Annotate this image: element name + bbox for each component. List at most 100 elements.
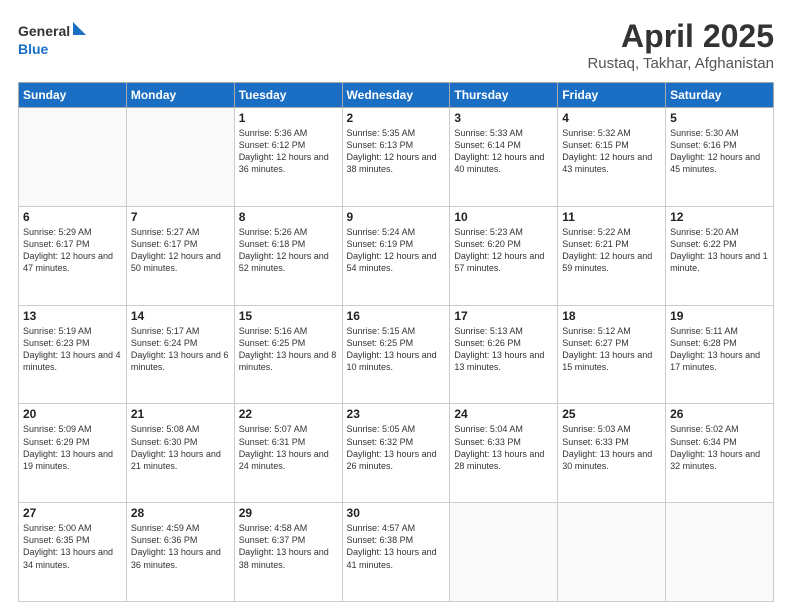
day-number: 2 xyxy=(347,111,446,125)
day-info: Sunrise: 5:30 AM Sunset: 6:16 PM Dayligh… xyxy=(670,127,769,176)
calendar-cell: 4 Sunrise: 5:32 AM Sunset: 6:15 PM Daylig… xyxy=(558,108,666,207)
day-info: Sunrise: 5:35 AM Sunset: 6:13 PM Dayligh… xyxy=(347,127,446,176)
calendar-week-1: 1 Sunrise: 5:36 AM Sunset: 6:12 PM Daylig… xyxy=(19,108,774,207)
day-info: Sunrise: 5:20 AM Sunset: 6:22 PM Dayligh… xyxy=(670,226,769,275)
calendar-table: SundayMondayTuesdayWednesdayThursdayFrid… xyxy=(18,82,774,602)
day-number: 10 xyxy=(454,210,553,224)
day-info: Sunrise: 5:23 AM Sunset: 6:20 PM Dayligh… xyxy=(454,226,553,275)
calendar-week-2: 6 Sunrise: 5:29 AM Sunset: 6:17 PM Daylig… xyxy=(19,206,774,305)
calendar-cell: 17 Sunrise: 5:13 AM Sunset: 6:26 PM Dayli… xyxy=(450,305,558,404)
day-number: 25 xyxy=(562,407,661,421)
day-number: 7 xyxy=(131,210,230,224)
day-info: Sunrise: 5:33 AM Sunset: 6:14 PM Dayligh… xyxy=(454,127,553,176)
calendar-cell: 18Sunrise: 5:12 AM Sunset: 6:27 PM Dayli… xyxy=(558,305,666,404)
calendar-cell: 23Sunrise: 5:05 AM Sunset: 6:32 PM Dayli… xyxy=(342,404,450,503)
day-info: Sunrise: 5:08 AM Sunset: 6:30 PM Dayligh… xyxy=(131,423,230,472)
day-info: Sunrise: 4:57 AM Sunset: 6:38 PM Dayligh… xyxy=(347,522,446,571)
calendar-cell: 8 Sunrise: 5:26 AM Sunset: 6:18 PM Daylig… xyxy=(234,206,342,305)
calendar-cell xyxy=(558,503,666,602)
calendar-cell: 6 Sunrise: 5:29 AM Sunset: 6:17 PM Daylig… xyxy=(19,206,127,305)
day-number: 1 xyxy=(239,111,338,125)
weekday-header-wednesday: Wednesday xyxy=(342,83,450,108)
logo: General Blue xyxy=(18,18,88,58)
calendar-cell: 20Sunrise: 5:09 AM Sunset: 6:29 PM Dayli… xyxy=(19,404,127,503)
calendar-cell: 9 Sunrise: 5:24 AM Sunset: 6:19 PM Daylig… xyxy=(342,206,450,305)
header: General Blue April 2025 Rustaq, Takhar, … xyxy=(18,18,774,72)
day-info: Sunrise: 5:36 AM Sunset: 6:12 PM Dayligh… xyxy=(239,127,338,176)
day-info: Sunrise: 5:19 AM Sunset: 6:23 PM Dayligh… xyxy=(23,325,122,374)
svg-text:General: General xyxy=(18,23,70,39)
day-number: 28 xyxy=(131,506,230,520)
day-number: 3 xyxy=(454,111,553,125)
day-info: Sunrise: 5:04 AM Sunset: 6:33 PM Dayligh… xyxy=(454,423,553,472)
day-info: Sunrise: 5:07 AM Sunset: 6:31 PM Dayligh… xyxy=(239,423,338,472)
day-info: Sunrise: 5:02 AM Sunset: 6:34 PM Dayligh… xyxy=(670,423,769,472)
day-number: 14 xyxy=(131,309,230,323)
day-number: 16 xyxy=(347,309,446,323)
day-info: Sunrise: 5:13 AM Sunset: 6:26 PM Dayligh… xyxy=(454,325,553,374)
calendar-cell: 28 Sunrise: 4:59 AM Sunset: 6:36 PM Dayli… xyxy=(126,503,234,602)
calendar-cell xyxy=(666,503,774,602)
calendar-cell xyxy=(450,503,558,602)
day-number: 15 xyxy=(239,309,338,323)
day-number: 20 xyxy=(23,407,122,421)
calendar-cell: 3 Sunrise: 5:33 AM Sunset: 6:14 PM Daylig… xyxy=(450,108,558,207)
day-info: Sunrise: 5:17 AM Sunset: 6:24 PM Dayligh… xyxy=(131,325,230,374)
day-number: 8 xyxy=(239,210,338,224)
calendar-week-4: 20Sunrise: 5:09 AM Sunset: 6:29 PM Dayli… xyxy=(19,404,774,503)
page: General Blue April 2025 Rustaq, Takhar, … xyxy=(0,0,792,612)
location-title: Rustaq, Takhar, Afghanistan xyxy=(587,55,774,72)
day-info: Sunrise: 5:26 AM Sunset: 6:18 PM Dayligh… xyxy=(239,226,338,275)
day-number: 18 xyxy=(562,309,661,323)
day-number: 9 xyxy=(347,210,446,224)
day-info: Sunrise: 5:24 AM Sunset: 6:19 PM Dayligh… xyxy=(347,226,446,275)
calendar-cell xyxy=(19,108,127,207)
calendar-cell: 13 Sunrise: 5:19 AM Sunset: 6:23 PM Dayli… xyxy=(19,305,127,404)
calendar-cell: 2 Sunrise: 5:35 AM Sunset: 6:13 PM Daylig… xyxy=(342,108,450,207)
weekday-header-friday: Friday xyxy=(558,83,666,108)
day-info: Sunrise: 5:15 AM Sunset: 6:25 PM Dayligh… xyxy=(347,325,446,374)
day-info: Sunrise: 5:11 AM Sunset: 6:28 PM Dayligh… xyxy=(670,325,769,374)
calendar-cell: 29Sunrise: 4:58 AM Sunset: 6:37 PM Dayli… xyxy=(234,503,342,602)
day-info: Sunrise: 5:05 AM Sunset: 6:32 PM Dayligh… xyxy=(347,423,446,472)
day-number: 24 xyxy=(454,407,553,421)
calendar-cell: 30 Sunrise: 4:57 AM Sunset: 6:38 PM Dayli… xyxy=(342,503,450,602)
day-info: Sunrise: 5:22 AM Sunset: 6:21 PM Dayligh… xyxy=(562,226,661,275)
day-number: 12 xyxy=(670,210,769,224)
calendar-cell: 27Sunrise: 5:00 AM Sunset: 6:35 PM Dayli… xyxy=(19,503,127,602)
calendar-cell: 22 Sunrise: 5:07 AM Sunset: 6:31 PM Dayli… xyxy=(234,404,342,503)
day-number: 22 xyxy=(239,407,338,421)
weekday-header-sunday: Sunday xyxy=(19,83,127,108)
day-number: 17 xyxy=(454,309,553,323)
day-info: Sunrise: 5:03 AM Sunset: 6:33 PM Dayligh… xyxy=(562,423,661,472)
day-number: 13 xyxy=(23,309,122,323)
calendar-cell: 26Sunrise: 5:02 AM Sunset: 6:34 PM Dayli… xyxy=(666,404,774,503)
day-info: Sunrise: 5:16 AM Sunset: 6:25 PM Dayligh… xyxy=(239,325,338,374)
logo-icon: General Blue xyxy=(18,18,88,58)
day-number: 6 xyxy=(23,210,122,224)
calendar-week-3: 13 Sunrise: 5:19 AM Sunset: 6:23 PM Dayli… xyxy=(19,305,774,404)
day-info: Sunrise: 5:27 AM Sunset: 6:17 PM Dayligh… xyxy=(131,226,230,275)
day-number: 4 xyxy=(562,111,661,125)
day-number: 21 xyxy=(131,407,230,421)
day-number: 11 xyxy=(562,210,661,224)
svg-text:Blue: Blue xyxy=(18,41,49,57)
calendar-cell: 1 Sunrise: 5:36 AM Sunset: 6:12 PM Daylig… xyxy=(234,108,342,207)
calendar-cell: 10 Sunrise: 5:23 AM Sunset: 6:20 PM Dayli… xyxy=(450,206,558,305)
calendar-cell: 5 Sunrise: 5:30 AM Sunset: 6:16 PM Daylig… xyxy=(666,108,774,207)
calendar-cell: 12 Sunrise: 5:20 AM Sunset: 6:22 PM Dayli… xyxy=(666,206,774,305)
day-number: 29 xyxy=(239,506,338,520)
calendar-cell xyxy=(126,108,234,207)
day-info: Sunrise: 5:32 AM Sunset: 6:15 PM Dayligh… xyxy=(562,127,661,176)
calendar-cell: 11 Sunrise: 5:22 AM Sunset: 6:21 PM Dayli… xyxy=(558,206,666,305)
calendar-week-5: 27Sunrise: 5:00 AM Sunset: 6:35 PM Dayli… xyxy=(19,503,774,602)
calendar-cell: 19 Sunrise: 5:11 AM Sunset: 6:28 PM Dayli… xyxy=(666,305,774,404)
day-number: 30 xyxy=(347,506,446,520)
calendar-cell: 7 Sunrise: 5:27 AM Sunset: 6:17 PM Daylig… xyxy=(126,206,234,305)
weekday-header-tuesday: Tuesday xyxy=(234,83,342,108)
day-number: 19 xyxy=(670,309,769,323)
day-info: Sunrise: 5:29 AM Sunset: 6:17 PM Dayligh… xyxy=(23,226,122,275)
day-number: 5 xyxy=(670,111,769,125)
calendar-cell: 14 Sunrise: 5:17 AM Sunset: 6:24 PM Dayli… xyxy=(126,305,234,404)
day-info: Sunrise: 4:59 AM Sunset: 6:36 PM Dayligh… xyxy=(131,522,230,571)
